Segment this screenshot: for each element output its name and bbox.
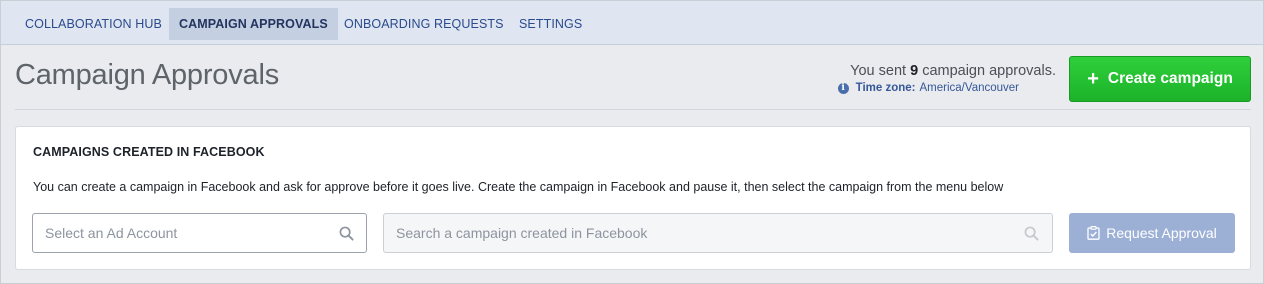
campaign-search-placeholder: Search a campaign created in Facebook: [396, 225, 648, 241]
tab-onboarding-requests[interactable]: ONBOARDING REQUESTS: [334, 8, 514, 40]
ad-account-placeholder: Select an Ad Account: [45, 225, 178, 241]
sent-prefix: You sent: [850, 63, 907, 79]
request-approval-button[interactable]: Request Approval: [1069, 213, 1235, 253]
search-icon: [339, 226, 354, 241]
sent-summary: You sent 9 campaign approvals.: [850, 63, 1056, 79]
tab-settings[interactable]: SETTINGS: [509, 8, 592, 40]
top-navigation: COLLABORATION HUB CAMPAIGN APPROVALS ONB…: [1, 1, 1263, 45]
ad-account-select[interactable]: Select an Ad Account: [32, 213, 367, 253]
create-campaign-button[interactable]: + Create campaign: [1069, 56, 1251, 102]
plus-icon: +: [1087, 68, 1099, 90]
clipboard-check-icon: [1087, 226, 1100, 240]
create-campaign-label: Create campaign: [1107, 70, 1233, 87]
info-icon: i: [837, 82, 849, 94]
sent-count: 9: [910, 63, 919, 79]
facebook-campaigns-card: CAMPAIGNS CREATED IN FACEBOOK You can cr…: [15, 126, 1251, 270]
campaign-search-input[interactable]: Search a campaign created in Facebook: [383, 213, 1053, 253]
timezone-label: Time zone:: [855, 82, 916, 94]
card-title: CAMPAIGNS CREATED IN FACEBOOK: [33, 145, 265, 159]
timezone-value[interactable]: America/Vancouver: [920, 82, 1020, 94]
card-description: You can create a campaign in Facebook an…: [33, 180, 1004, 194]
tab-collaboration-hub[interactable]: COLLABORATION HUB: [15, 8, 172, 40]
request-approval-label: Request Approval: [1106, 225, 1217, 241]
search-icon: [1024, 226, 1039, 241]
timezone-info: i Time zone: America/Vancouver: [837, 82, 1020, 94]
page-title: Campaign Approvals: [15, 59, 279, 91]
tab-campaign-approvals[interactable]: CAMPAIGN APPROVALS: [169, 8, 338, 40]
title-divider: [15, 109, 1251, 110]
sent-suffix: campaign approvals.: [922, 63, 1056, 79]
